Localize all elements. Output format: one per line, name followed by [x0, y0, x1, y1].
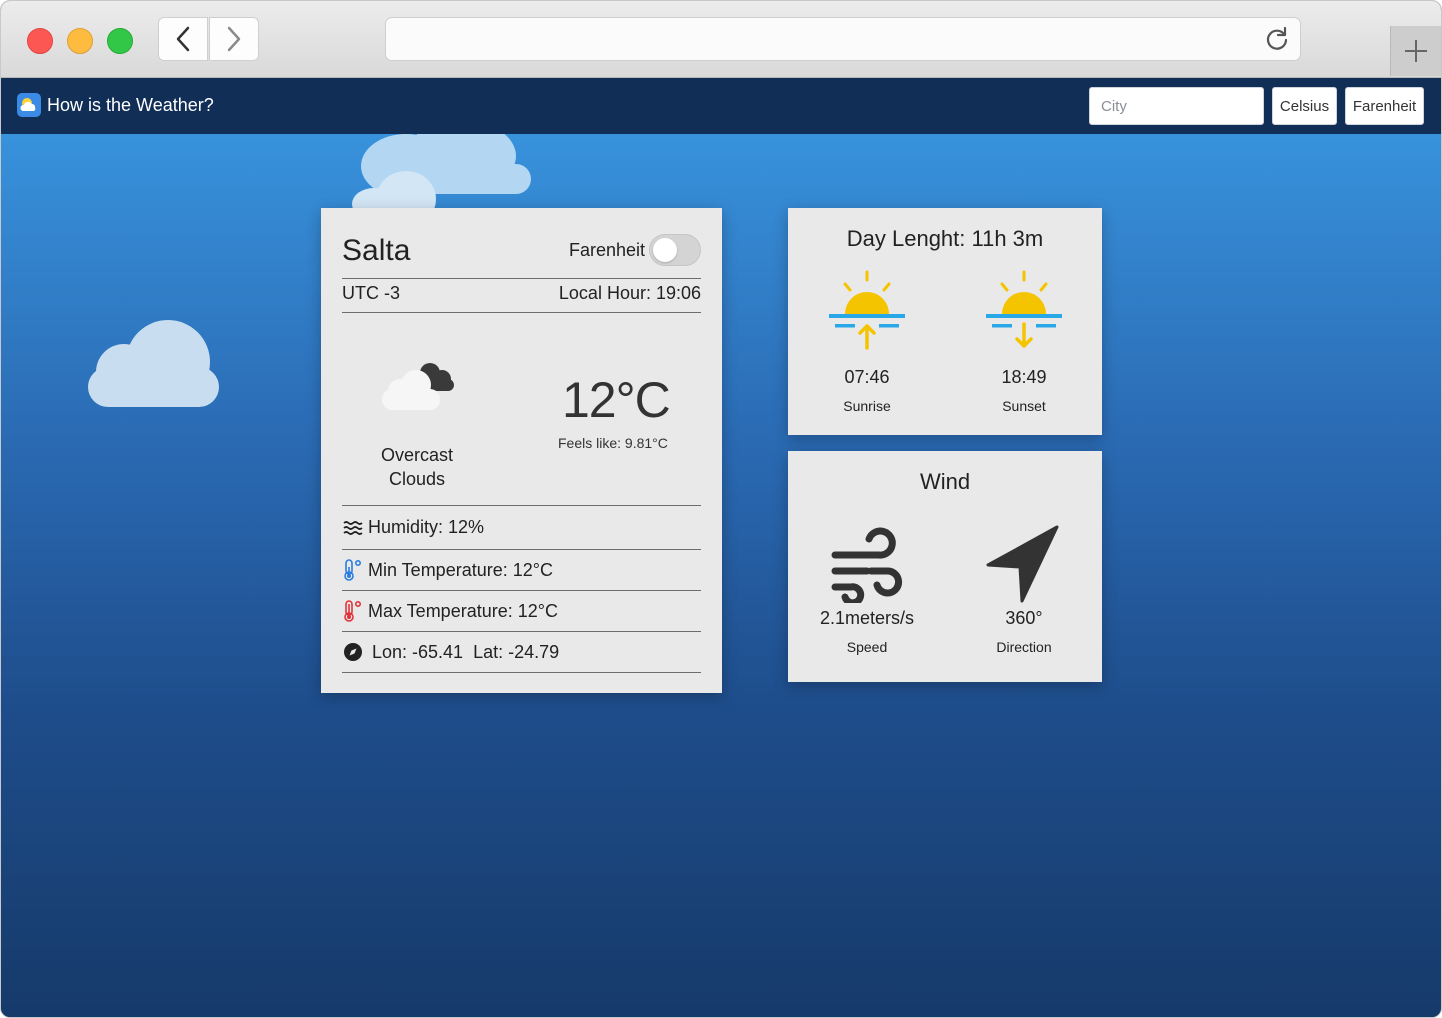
- sunset-label: Sunset: [1002, 398, 1046, 414]
- thermometer-cold-icon: [342, 559, 364, 581]
- page-content: Salta Farenheit UTC -3 Local Hour: 19:06: [1, 134, 1441, 1017]
- max-temp-text: Max Temperature: 12°C: [368, 600, 558, 621]
- wind-speed-item: 2.1meters/s Speed: [797, 527, 937, 655]
- back-button[interactable]: [158, 17, 208, 61]
- humidity-text: Humidity: 12%: [368, 517, 485, 537]
- current-weather-card: Salta Farenheit UTC -3 Local Hour: 19:06: [321, 208, 722, 693]
- decorative-cloud-icon: [352, 134, 531, 214]
- wind-card: Wind 2.1meters/s Speed 360° Direction: [788, 451, 1102, 682]
- farenheit-toggle[interactable]: [649, 234, 701, 266]
- feels-like: Feels like: 9.81°C: [558, 435, 668, 451]
- plus-icon: [1405, 40, 1427, 62]
- wind-speed-label: Speed: [846, 639, 888, 655]
- sunrise-item: 07:46 Sunrise: [797, 270, 937, 414]
- new-tab-button[interactable]: [1390, 26, 1441, 76]
- wind-title: Wind: [919, 469, 971, 494]
- sunrise-time: 07:46: [844, 367, 890, 387]
- reload-icon[interactable]: [1264, 26, 1290, 52]
- forward-button[interactable]: [209, 17, 259, 61]
- wind-icon: [831, 527, 902, 607]
- current-temperature: 12°C: [562, 372, 671, 428]
- utc-offset: UTC -3: [342, 283, 400, 303]
- coordinates-text: Lon: -65.41 Lat: -24.79: [372, 641, 560, 662]
- sunrise-label: Sunrise: [843, 398, 891, 414]
- weather-logo-icon: [17, 93, 41, 117]
- wind-speed: 2.1meters/s: [819, 608, 915, 628]
- card-header: Salta Farenheit: [342, 208, 701, 279]
- brand[interactable]: How is the Weather?: [17, 93, 214, 117]
- condition-line-2: Clouds: [388, 469, 446, 489]
- compass-icon: [342, 641, 364, 663]
- min-temp-text: Min Temperature: 12°C: [368, 559, 553, 580]
- celsius-button[interactable]: Celsius: [1272, 87, 1337, 125]
- sunset-icon: [986, 270, 1062, 348]
- condition-description: Overcast Clouds: [362, 443, 472, 491]
- humidity-row: Humidity: 12%: [342, 506, 701, 550]
- direction-arrow-icon: [986, 525, 1059, 603]
- thermometer-hot-icon: [342, 600, 364, 622]
- address-bar[interactable]: [385, 17, 1301, 61]
- overcast-clouds-icon: [382, 363, 454, 410]
- unit-toggle-label: Farenheit: [568, 239, 645, 260]
- local-hour: Local Hour: 19:06: [558, 283, 701, 303]
- wind-direction-item: 360° Direction: [954, 523, 1094, 655]
- wind-direction: 360°: [1005, 608, 1043, 628]
- city-search-input[interactable]: [1089, 87, 1264, 125]
- day-length-title: Day Lenght: 11h 3m: [846, 226, 1044, 251]
- decorative-cloud-icon: [88, 320, 219, 407]
- sunrise-icon: [829, 270, 905, 350]
- browser-toolbar: [1, 1, 1441, 78]
- close-window-button[interactable]: [27, 28, 53, 54]
- humidity-waves-icon: [342, 517, 364, 539]
- min-temp-row: Min Temperature: 12°C: [342, 550, 701, 591]
- sunset-item: 18:49 Sunset: [954, 270, 1094, 414]
- day-length-card: Day Lenght: 11h 3m 07:46 Sunrise 18:49 S…: [788, 208, 1102, 435]
- city-name: Salta: [342, 234, 411, 267]
- maximize-window-button[interactable]: [107, 28, 133, 54]
- farenheit-button[interactable]: Farenheit: [1345, 87, 1424, 125]
- chevron-right-icon: [227, 26, 241, 52]
- condition-line-1: Overcast: [380, 445, 454, 465]
- browser-window: How is the Weather? Celsius Farenheit Sa…: [0, 0, 1442, 1018]
- sunset-time: 18:49: [1001, 367, 1047, 387]
- time-info-row: UTC -3 Local Hour: 19:06: [342, 279, 701, 313]
- app-navbar: How is the Weather? Celsius Farenheit: [1, 78, 1441, 134]
- unit-toggle-group: Farenheit: [569, 234, 701, 266]
- minimize-window-button[interactable]: [67, 28, 93, 54]
- toggle-knob: [653, 238, 677, 262]
- current-conditions: Overcast Clouds 12°C Feels like: 9.81°C: [342, 313, 701, 506]
- chevron-left-icon: [176, 26, 190, 52]
- coordinates-row: Lon: -65.41 Lat: -24.79: [342, 632, 701, 673]
- brand-title: How is the Weather?: [47, 94, 214, 115]
- wind-direction-label: Direction: [996, 639, 1052, 655]
- max-temp-row: Max Temperature: 12°C: [342, 591, 701, 632]
